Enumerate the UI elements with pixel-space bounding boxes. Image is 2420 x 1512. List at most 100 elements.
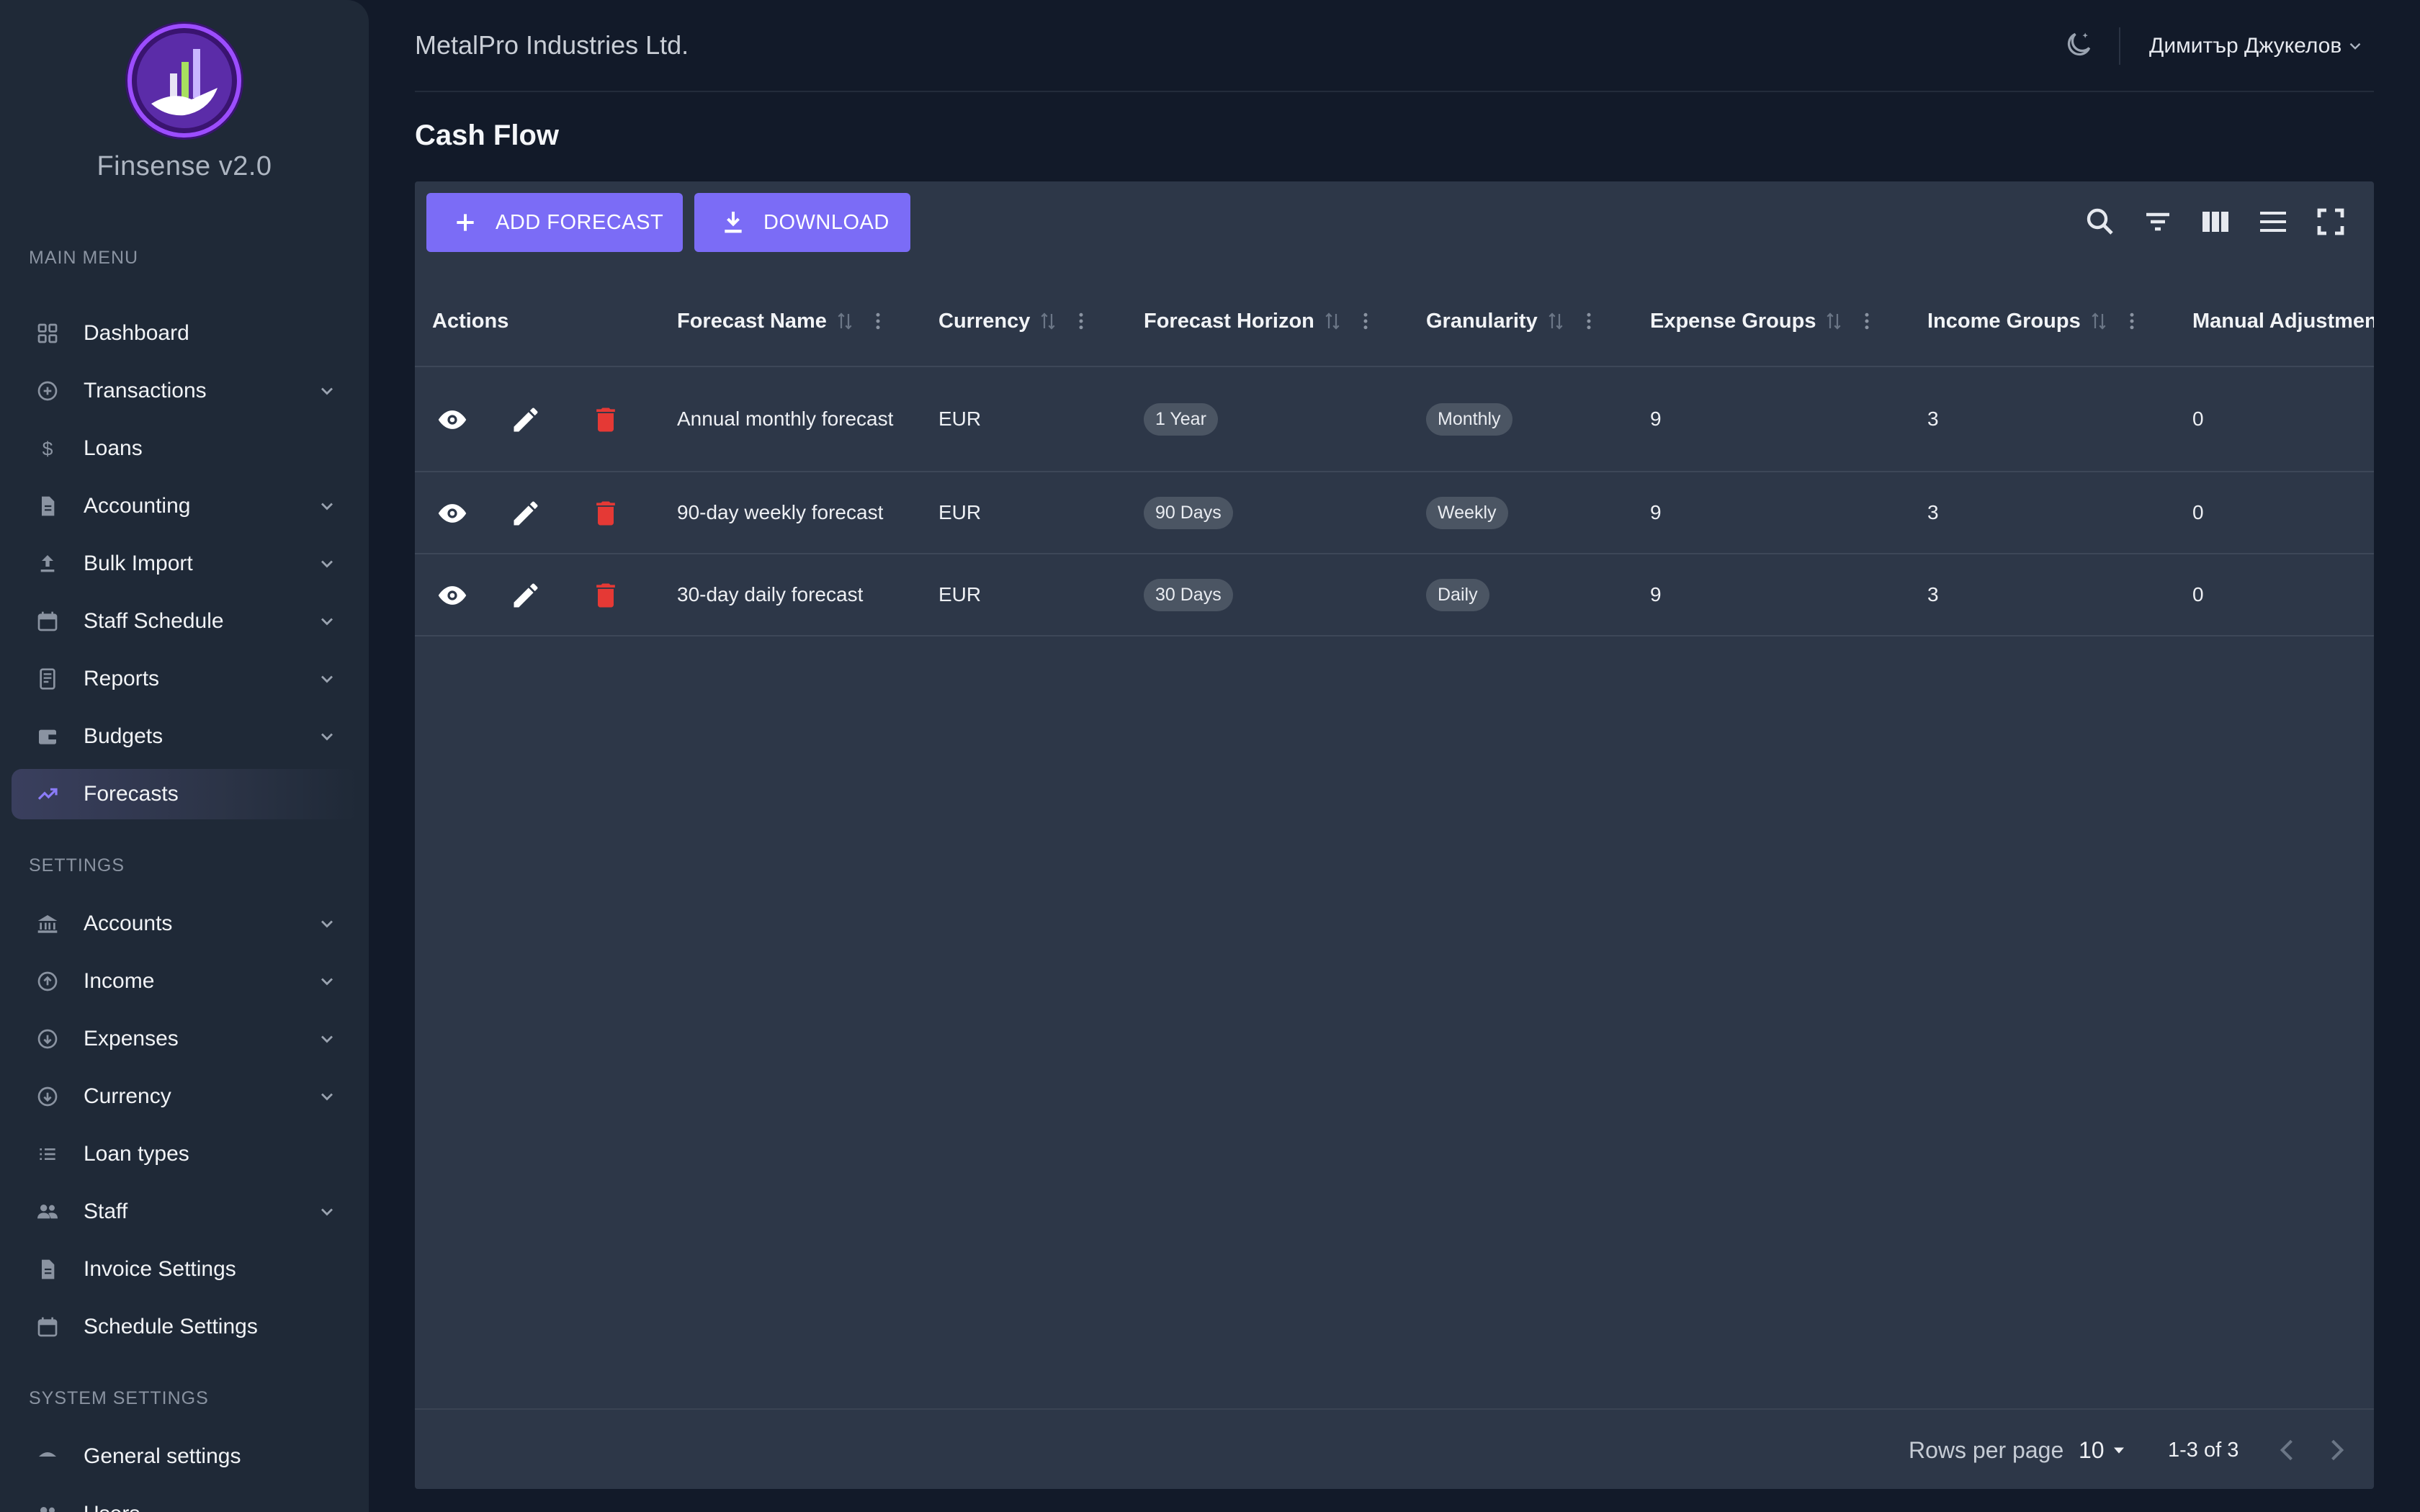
- filter-icon[interactable]: [2141, 204, 2175, 239]
- chevron-down-icon: [321, 978, 333, 986]
- edit-icon[interactable]: [510, 498, 542, 529]
- delete-icon[interactable]: [590, 580, 622, 611]
- column-menu-icon[interactable]: [1856, 310, 1878, 332]
- sort-icon[interactable]: [1545, 310, 1567, 332]
- column-menu-icon[interactable]: [1355, 310, 1376, 332]
- chevron-down-icon: [321, 1208, 333, 1216]
- chevron-down-icon: [321, 503, 333, 510]
- fullscreen-icon[interactable]: [2313, 204, 2348, 239]
- document-icon: [35, 493, 60, 519]
- sidebar-item-expenses[interactable]: Expenses: [12, 1014, 357, 1064]
- report-icon: [35, 666, 60, 692]
- rows-per-page-select[interactable]: 10: [2079, 1434, 2129, 1466]
- arrow-down-circle-icon: [35, 1084, 60, 1110]
- column-header-income-groups[interactable]: Income Groups: [1927, 275, 2143, 367]
- system-settings-title: SYSTEM SETTINGS: [29, 1388, 209, 1408]
- chevron-down-icon: [321, 1093, 333, 1101]
- sidebar-item-transactions[interactable]: Transactions: [12, 366, 357, 416]
- calendar-icon: [35, 1314, 60, 1340]
- sidebar-item-forecasts[interactable]: Forecasts: [12, 769, 357, 819]
- sidebar-item-general-settings[interactable]: General settings: [12, 1431, 357, 1482]
- forecast-name-cell: 90-day weekly forecast: [677, 501, 884, 523]
- density-icon[interactable]: [2256, 204, 2290, 239]
- delete-icon[interactable]: [590, 498, 622, 529]
- sidebar-item-label: Bulk Import: [84, 552, 193, 575]
- sidebar-item-invoice-settings[interactable]: Invoice Settings: [12, 1244, 357, 1295]
- column-header-granularity[interactable]: Granularity: [1426, 275, 1600, 367]
- sidebar-item-label: Accounting: [84, 494, 191, 518]
- sidebar-item-schedule-settings[interactable]: Schedule Settings: [12, 1302, 357, 1352]
- columns-icon[interactable]: [2198, 204, 2233, 239]
- people-icon: [35, 1501, 60, 1512]
- sort-icon[interactable]: [1823, 310, 1845, 332]
- expense-groups-cell: 9: [1650, 501, 1662, 523]
- currency-cell: EUR: [938, 408, 982, 430]
- column-menu-icon[interactable]: [1578, 310, 1600, 332]
- forecast-table-panel: ADD FORECAST DOWNLOAD Actions Forecast N…: [415, 181, 2374, 1489]
- column-label: Granularity: [1426, 309, 1538, 333]
- forecast-horizon-cell: 1 Year: [1144, 367, 1218, 471]
- currency-cell: EUR: [938, 501, 982, 523]
- sidebar-item-label: Loan types: [84, 1142, 189, 1166]
- sidebar-item-label: Forecasts: [84, 782, 179, 806]
- sidebar-item-budgets[interactable]: Budgets: [12, 711, 357, 762]
- horizon-chip: 30 Days: [1144, 578, 1233, 611]
- sort-icon[interactable]: [2088, 310, 2110, 332]
- sidebar-item-label: Schedule Settings: [84, 1315, 258, 1338]
- column-header-forecast-name[interactable]: Forecast Name: [677, 275, 889, 367]
- add-forecast-button[interactable]: ADD FORECAST: [426, 193, 683, 252]
- download-icon: [725, 212, 742, 233]
- column-header-forecast-horizon[interactable]: Forecast Horizon: [1144, 275, 1376, 367]
- table-pagination: Rows per page 10 1-3 of 3: [415, 1408, 2374, 1489]
- sidebar: Finsense v2.0 MAIN MENU Dashboard Transa…: [0, 0, 369, 1512]
- granularity-cell: Weekly: [1426, 472, 1508, 553]
- next-page-icon[interactable]: [2321, 1434, 2352, 1466]
- column-header-expense-groups[interactable]: Expense Groups: [1650, 275, 1878, 367]
- wallet-icon: [35, 724, 60, 750]
- sort-icon[interactable]: [1322, 310, 1343, 332]
- sidebar-item-currency[interactable]: Currency: [12, 1071, 357, 1122]
- view-icon[interactable]: [436, 580, 468, 611]
- delete-icon[interactable]: [590, 404, 622, 436]
- sidebar-item-reports[interactable]: Reports: [12, 654, 357, 704]
- table-row: 30-day daily forecast EUR 30 Days Daily …: [415, 554, 2374, 636]
- sidebar-item-loans[interactable]: $ Loans: [12, 423, 357, 474]
- sidebar-item-income[interactable]: Income: [12, 956, 357, 1007]
- trending-up-icon: [35, 781, 60, 807]
- edit-icon[interactable]: [510, 580, 542, 611]
- sidebar-item-accounts[interactable]: Accounts: [12, 899, 357, 949]
- income-groups-cell: 3: [1927, 501, 1939, 523]
- sidebar-item-accounting[interactable]: Accounting: [12, 481, 357, 531]
- sidebar-item-dashboard[interactable]: Dashboard: [12, 308, 357, 359]
- edit-icon[interactable]: [510, 404, 542, 436]
- search-icon[interactable]: [2083, 204, 2118, 239]
- sidebar-item-users[interactable]: Users: [12, 1489, 357, 1512]
- pagination-range: 1-3 of 3: [2168, 1439, 2239, 1462]
- plus-circle-icon: [35, 378, 60, 404]
- column-menu-icon[interactable]: [1070, 310, 1092, 332]
- column-menu-icon[interactable]: [867, 310, 889, 332]
- chevron-down-icon: [321, 920, 333, 928]
- column-header-manual-adjustments[interactable]: Manual Adjustmen: [2192, 275, 2374, 367]
- arrow-down-circle-icon: [35, 1026, 60, 1052]
- forecast-name-cell: 30-day daily forecast: [677, 583, 864, 606]
- finsense-logo: [122, 19, 246, 143]
- sidebar-item-staff[interactable]: Staff: [12, 1187, 357, 1237]
- user-menu[interactable]: Димитър Джукелов: [2149, 29, 2365, 63]
- view-icon[interactable]: [436, 404, 468, 436]
- topbar-divider: [2119, 27, 2120, 65]
- column-header-currency[interactable]: Currency: [938, 275, 1092, 367]
- previous-page-icon[interactable]: [2272, 1434, 2303, 1466]
- sidebar-item-label: Dashboard: [84, 321, 189, 345]
- sidebar-item-loan-types[interactable]: Loan types: [12, 1129, 357, 1179]
- granularity-chip: Daily: [1426, 578, 1489, 611]
- download-button[interactable]: DOWNLOAD: [694, 193, 910, 252]
- sort-icon[interactable]: [1037, 310, 1059, 332]
- view-icon[interactable]: [436, 498, 468, 529]
- sidebar-item-bulk-import[interactable]: Bulk Import: [12, 539, 357, 589]
- column-menu-icon[interactable]: [2121, 310, 2143, 332]
- sort-icon[interactable]: [834, 310, 856, 332]
- svg-text:$: $: [42, 438, 53, 459]
- dark-mode-toggle[interactable]: [2063, 29, 2094, 60]
- sidebar-item-staff-schedule[interactable]: Staff Schedule: [12, 596, 357, 647]
